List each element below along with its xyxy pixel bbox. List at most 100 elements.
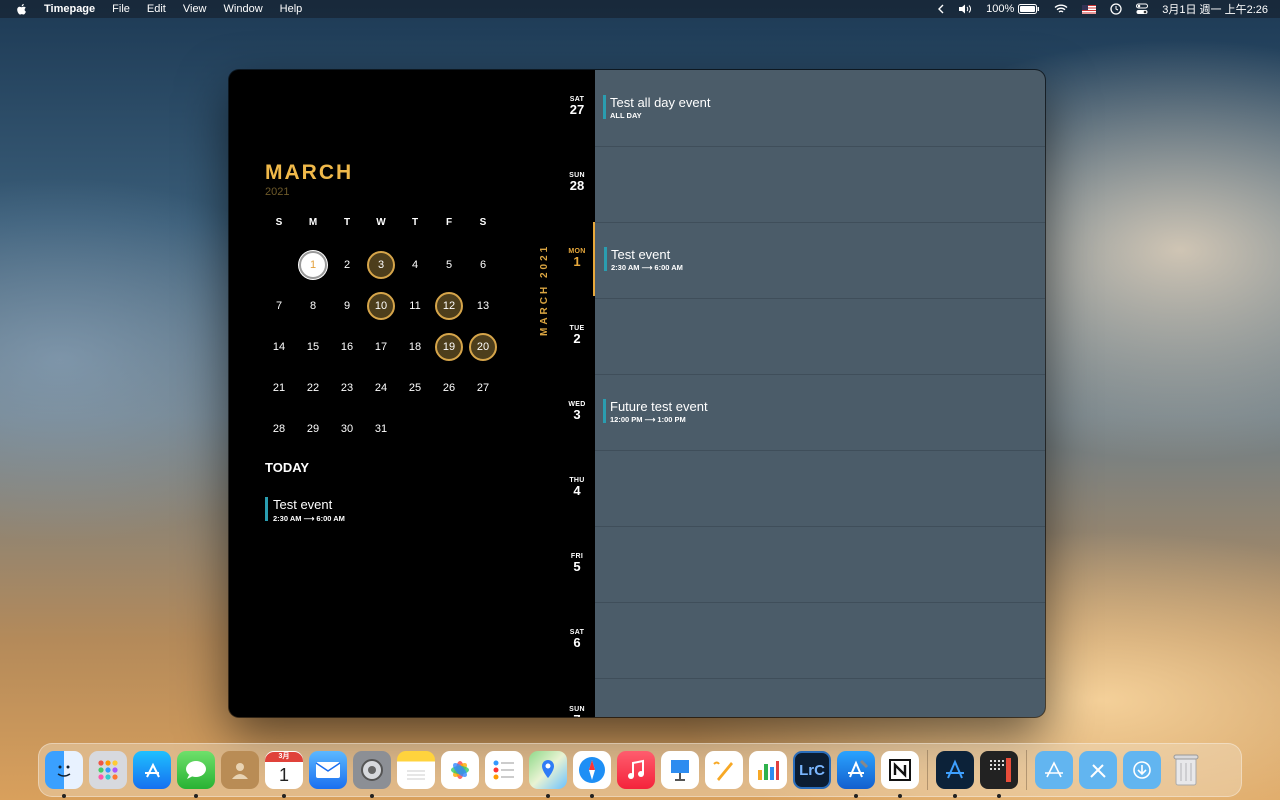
utilities-folder-icon[interactable] — [1079, 751, 1117, 789]
calendar-day-number: 17 — [374, 340, 388, 353]
xcode-icon[interactable] — [837, 751, 875, 798]
calendar-day-5[interactable]: 5 — [432, 244, 466, 285]
time-machine-icon[interactable] — [1110, 3, 1122, 15]
calendar-day-number: 4 — [411, 258, 419, 271]
launchpad-icon[interactable] — [89, 751, 127, 789]
event-item[interactable]: Test event 2:30 AM ⟶ 6:00 AM — [604, 247, 683, 272]
photos-icon[interactable] — [441, 751, 479, 789]
menu-help[interactable]: Help — [280, 3, 303, 15]
event-item[interactable]: Test all day event ALL DAY — [603, 95, 710, 120]
calendar-day-7[interactable]: 7 — [262, 285, 296, 326]
today-event-time: 2:30 AM ⟶ 6:00 AM — [273, 514, 345, 523]
calendar-day-24[interactable]: 24 — [364, 367, 398, 408]
day-label[interactable]: FRI 5 — [559, 553, 595, 574]
input-source-flag-icon[interactable] — [1082, 4, 1097, 14]
calendar-day-8[interactable]: 8 — [296, 285, 330, 326]
menu-app-name[interactable]: Timepage — [44, 3, 95, 15]
safari-icon[interactable] — [573, 751, 611, 798]
calendar-day-2[interactable]: 2 — [330, 244, 364, 285]
reminders-icon[interactable] — [485, 751, 523, 789]
instruments-app-icon[interactable] — [936, 751, 974, 798]
menu-window[interactable]: Window — [224, 3, 263, 15]
messages-icon[interactable] — [177, 751, 215, 798]
battery-icon[interactable] — [1018, 4, 1040, 14]
contacts-icon[interactable] — [221, 751, 259, 789]
today-event-item[interactable]: Test event 2:30 AM ⟶ 6:00 AM — [265, 497, 345, 523]
calendar-day-16[interactable]: 16 — [330, 326, 364, 367]
day-label[interactable]: SUN7 — [559, 706, 595, 717]
calendar-day-number: 1 — [299, 250, 327, 279]
day-label[interactable]: WED 3 — [559, 401, 595, 422]
calendar-week-row: 14 15 16 17 18 19 20 — [262, 326, 500, 367]
calendar-day-9[interactable]: 9 — [330, 285, 364, 326]
music-icon[interactable] — [617, 751, 655, 789]
apple-menu-icon[interactable] — [16, 3, 30, 16]
calendar-day-number: 30 — [340, 422, 354, 435]
chevron-left-icon[interactable] — [938, 4, 944, 14]
calendar-day-31[interactable]: 31 — [364, 408, 398, 449]
calendar-day-26[interactable]: 26 — [432, 367, 466, 408]
calendar-day-13[interactable]: 13 — [466, 285, 500, 326]
calendar-day-27[interactable]: 27 — [466, 367, 500, 408]
day-label[interactable]: SAT 6 — [559, 629, 595, 650]
calendar-day-22[interactable]: 22 — [296, 367, 330, 408]
day-label[interactable]: THU 4 — [559, 477, 595, 498]
calendar-day-number: 26 — [442, 381, 456, 394]
finder-icon[interactable] — [45, 751, 83, 798]
menubar-clock[interactable]: 3月1日 週一 上午2:26 — [1162, 1, 1268, 17]
calendar-day-12[interactable]: 12 — [432, 285, 466, 326]
day-number: 3 — [573, 406, 581, 422]
volume-icon[interactable] — [958, 4, 972, 14]
calendar-day-21[interactable]: 21 — [262, 367, 296, 408]
calendar-day-number: 12 — [435, 291, 463, 320]
maps-icon[interactable] — [529, 751, 567, 798]
keynote-icon[interactable] — [661, 751, 699, 789]
menu-edit[interactable]: Edit — [147, 3, 166, 15]
numbers-icon[interactable] — [749, 751, 787, 789]
mail-icon[interactable] — [309, 751, 347, 789]
menu-view[interactable]: View — [183, 3, 207, 15]
calendar-day-19[interactable]: 19 — [432, 326, 466, 367]
pages-icon[interactable] — [705, 751, 743, 789]
downloads-folder-icon[interactable] — [1123, 751, 1161, 789]
menu-file[interactable]: File — [112, 3, 130, 15]
dock-separator — [1026, 750, 1027, 790]
calendar-day-25[interactable]: 25 — [398, 367, 432, 408]
timepage-app-icon[interactable] — [980, 751, 1018, 798]
event-time: 12:00 PM ⟶ 1:00 PM — [610, 415, 686, 424]
calendar-day-28[interactable]: 28 — [262, 408, 296, 449]
calendar-day-14[interactable]: 14 — [262, 326, 296, 367]
app-store-icon[interactable] — [133, 751, 171, 789]
day-label[interactable]: SAT 27 — [559, 96, 595, 117]
day-label[interactable]: TUE 2 — [559, 325, 595, 346]
lightroom-classic-icon[interactable]: LrC — [793, 751, 831, 789]
calendar-day-6[interactable]: 6 — [466, 244, 500, 285]
calendar-day-18[interactable]: 18 — [398, 326, 432, 367]
trash-icon[interactable] — [1167, 751, 1205, 789]
day-label[interactable]: SUN 28 — [559, 172, 595, 193]
system-preferences-icon[interactable] — [353, 751, 391, 798]
calendar-day-number: 20 — [469, 332, 497, 361]
weekday-label: F — [445, 217, 453, 228]
calendar-day-23[interactable]: 23 — [330, 367, 364, 408]
calendar-day-3[interactable]: 3 — [364, 244, 398, 285]
notion-icon[interactable] — [881, 751, 919, 798]
calendar-day-15[interactable]: 15 — [296, 326, 330, 367]
calendar-day-29[interactable]: 29 — [296, 408, 330, 449]
calendar-day-1[interactable]: 1 — [296, 244, 330, 285]
calendar-day-11[interactable]: 11 — [398, 285, 432, 326]
day-label[interactable]: MON 1 — [559, 248, 595, 269]
event-item[interactable]: Future test event 12:00 PM ⟶ 1:00 PM — [603, 399, 708, 424]
calendar-day-10[interactable]: 10 — [364, 285, 398, 326]
calendar-app-icon[interactable]: 3月 1 — [265, 751, 303, 798]
control-center-icon[interactable] — [1136, 3, 1149, 15]
applications-folder-icon[interactable] — [1035, 751, 1073, 789]
calendar-day-4[interactable]: 4 — [398, 244, 432, 285]
notes-icon[interactable] — [397, 751, 435, 789]
calendar-day-30[interactable]: 30 — [330, 408, 364, 449]
month-title[interactable]: MARCH — [265, 161, 353, 185]
calendar-day-20[interactable]: 20 — [466, 326, 500, 367]
event-color-bar — [604, 247, 607, 271]
wifi-icon[interactable] — [1054, 4, 1068, 14]
calendar-day-17[interactable]: 17 — [364, 326, 398, 367]
